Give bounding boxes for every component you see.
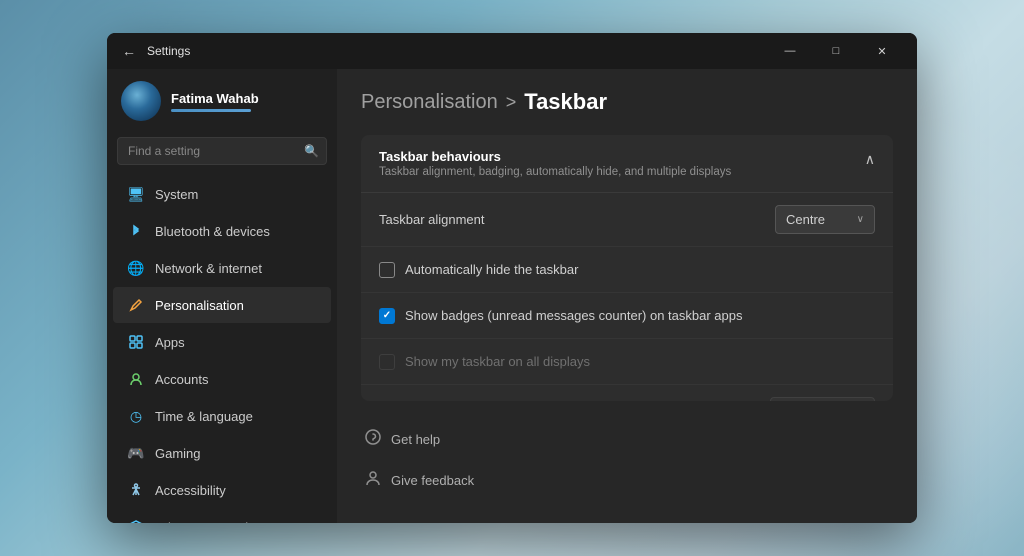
sidebar-item-gaming[interactable]: 🎮 Gaming: [113, 435, 331, 471]
show-badges-row: Show badges (unread messages counter) on…: [361, 293, 893, 339]
right-panel: Personalisation > Taskbar Taskbar behavi…: [337, 69, 917, 523]
taskbar-alignment-dropdown[interactable]: Centre ∨: [775, 205, 875, 234]
system-icon: 🖥: [127, 185, 145, 203]
user-account-bar: [171, 109, 251, 112]
maximize-button[interactable]: □: [813, 33, 859, 69]
sidebar-item-label: Accounts: [155, 372, 208, 387]
sidebar-item-network[interactable]: 🌐 Network & internet: [113, 250, 331, 286]
username: Fatima Wahab: [171, 91, 259, 106]
dropdown-arrow: ∨: [857, 214, 864, 225]
get-help-label: Get help: [391, 432, 440, 447]
time-icon: ◷: [127, 407, 145, 425]
get-help-icon: [365, 429, 381, 450]
user-profile: Fatima Wahab: [107, 69, 337, 131]
bluetooth-icon: [127, 222, 145, 240]
auto-hide-label: Automatically hide the taskbar: [405, 262, 578, 277]
section-toggle-icon[interactable]: ∧: [865, 151, 875, 168]
privacy-icon: [127, 518, 145, 523]
nav-list: 🖥 System Bluetooth & devices 🌐 Network &…: [107, 175, 337, 523]
search-icon: 🔍: [304, 144, 319, 158]
get-help-link[interactable]: Get help: [361, 421, 893, 458]
sidebar-item-label: Network & internet: [155, 261, 262, 276]
give-feedback-label: Give feedback: [391, 473, 474, 488]
sidebar: Fatima Wahab 🔍 🖥 System: [107, 69, 337, 523]
sidebar-item-label: Personalisation: [155, 298, 244, 313]
auto-hide-checkbox-wrap: Automatically hide the taskbar: [379, 262, 875, 278]
sidebar-item-label: System: [155, 187, 198, 202]
footer-links: Get help Give feedback: [361, 417, 893, 503]
auto-hide-row: Automatically hide the taskbar: [361, 247, 893, 293]
breadcrumb-current: Taskbar: [524, 89, 607, 115]
all-displays-label: Show my taskbar on all displays: [405, 354, 590, 369]
give-feedback-icon: [365, 470, 381, 491]
window-controls: — □ ✕: [767, 33, 905, 69]
settings-window: ← Settings — □ ✕ Fatima Wahab: [107, 33, 917, 523]
title-bar: ← Settings — □ ✕: [107, 33, 917, 69]
multiple-displays-row: When using multiple displays, show my ta…: [361, 385, 893, 401]
all-displays-checkbox-wrap: Show my taskbar on all displays: [379, 354, 875, 370]
window-title: Settings: [147, 44, 767, 58]
taskbar-alignment-row: Taskbar alignment Centre ∨: [361, 193, 893, 247]
multiple-displays-dropdown: All taskbars ∨: [770, 397, 875, 401]
search-box: 🔍: [117, 137, 327, 165]
close-button[interactable]: ✕: [859, 33, 905, 69]
back-button[interactable]: ←: [119, 41, 139, 61]
breadcrumb-chevron: >: [506, 92, 517, 113]
give-feedback-link[interactable]: Give feedback: [361, 462, 893, 499]
sidebar-item-apps[interactable]: Apps: [113, 324, 331, 360]
sidebar-item-label: Gaming: [155, 446, 201, 461]
main-content: Fatima Wahab 🔍 🖥 System: [107, 69, 917, 523]
sidebar-item-label: Accessibility: [155, 483, 226, 498]
section-header-text: Taskbar behaviours Taskbar alignment, ba…: [379, 149, 731, 178]
avatar: [121, 81, 161, 121]
sidebar-item-label: Apps: [155, 335, 185, 350]
show-badges-checkbox-wrap: Show badges (unread messages counter) on…: [379, 308, 875, 324]
section-title: Taskbar behaviours: [379, 149, 731, 164]
all-displays-checkbox: [379, 354, 395, 370]
search-input[interactable]: [117, 137, 327, 165]
sidebar-item-label: Bluetooth & devices: [155, 224, 270, 239]
section-subtitle: Taskbar alignment, badging, automaticall…: [379, 166, 731, 178]
sidebar-item-time[interactable]: ◷ Time & language: [113, 398, 331, 434]
apps-icon: [127, 333, 145, 351]
sidebar-item-label: Time & language: [155, 409, 253, 424]
show-badges-checkbox[interactable]: [379, 308, 395, 324]
sidebar-item-bluetooth[interactable]: Bluetooth & devices: [113, 213, 331, 249]
sidebar-item-personalisation[interactable]: Personalisation: [113, 287, 331, 323]
minimize-button[interactable]: —: [767, 33, 813, 69]
dropdown-value: Centre: [786, 212, 825, 227]
sidebar-item-accessibility[interactable]: Accessibility: [113, 472, 331, 508]
user-info: Fatima Wahab: [171, 91, 259, 112]
gaming-icon: 🎮: [127, 444, 145, 462]
sidebar-item-privacy[interactable]: Privacy & security: [113, 509, 331, 523]
breadcrumb-parent: Personalisation: [361, 91, 498, 114]
accounts-icon: [127, 370, 145, 388]
sidebar-item-accounts[interactable]: Accounts: [113, 361, 331, 397]
personalisation-icon: [127, 296, 145, 314]
sidebar-item-system[interactable]: 🖥 System: [113, 176, 331, 212]
accessibility-icon: [127, 481, 145, 499]
show-badges-label: Show badges (unread messages counter) on…: [405, 308, 742, 323]
sidebar-item-label: Privacy & security: [155, 520, 258, 524]
auto-hide-checkbox[interactable]: [379, 262, 395, 278]
all-displays-row: Show my taskbar on all displays: [361, 339, 893, 385]
section-header[interactable]: Taskbar behaviours Taskbar alignment, ba…: [361, 135, 893, 193]
taskbar-alignment-label: Taskbar alignment: [379, 212, 485, 227]
network-icon: 🌐: [127, 259, 145, 277]
taskbar-behaviours-section: Taskbar behaviours Taskbar alignment, ba…: [361, 135, 893, 401]
breadcrumb: Personalisation > Taskbar: [361, 89, 893, 115]
